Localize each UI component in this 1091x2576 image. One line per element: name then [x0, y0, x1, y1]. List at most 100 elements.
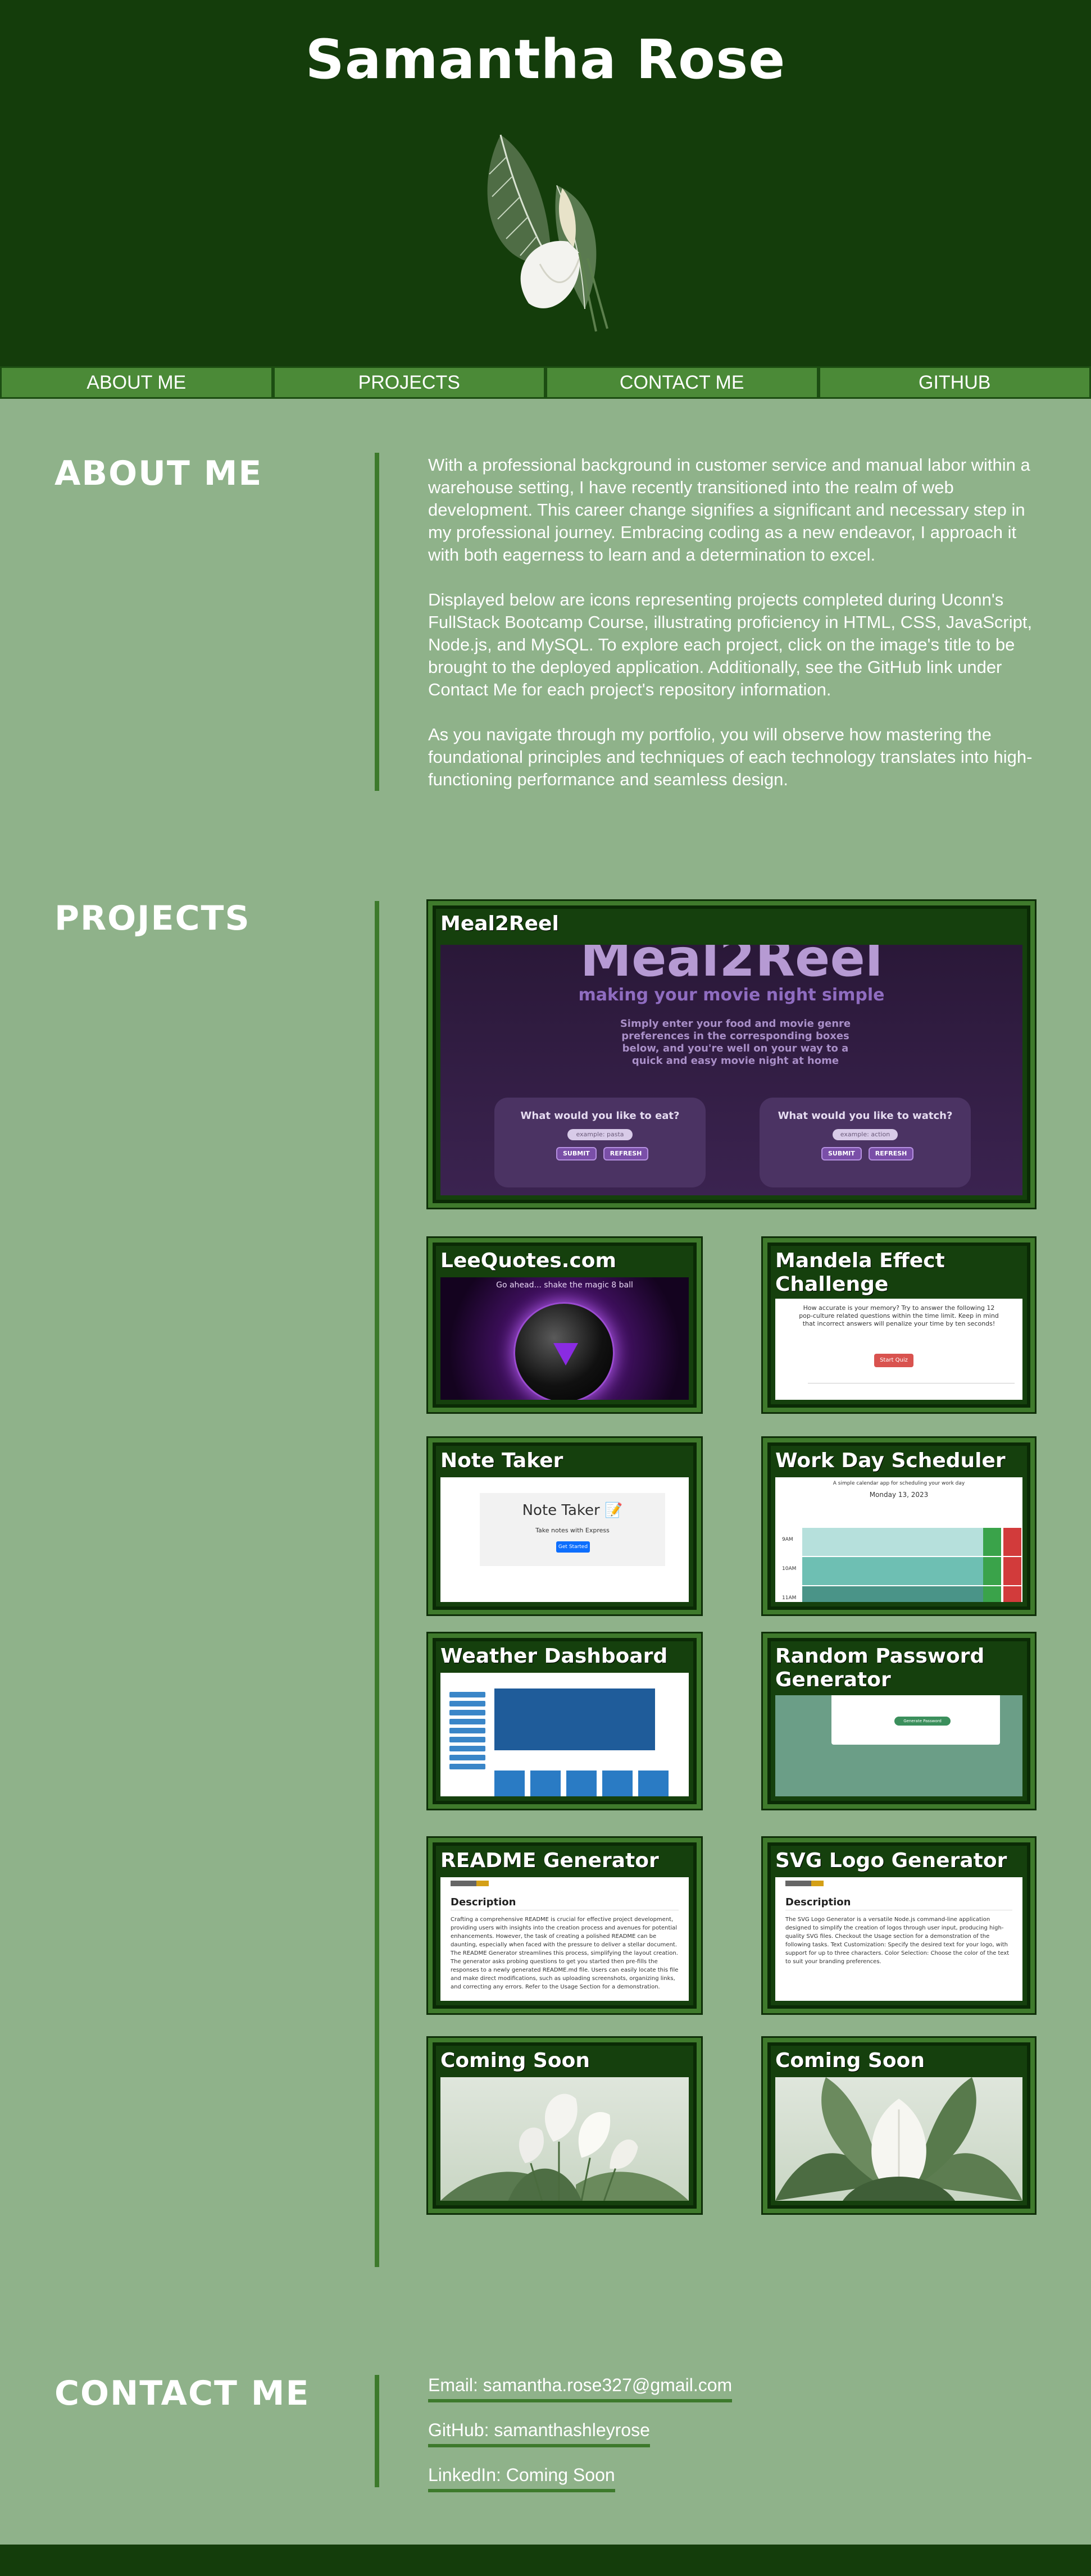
forecast-card [530, 1771, 561, 1796]
password-card: Generate Password [831, 1695, 1000, 1745]
contact-divider [375, 2375, 379, 2487]
meal2reel-logo: Meal2Reel [580, 945, 883, 988]
license-badge [811, 1881, 824, 1886]
project-screenshot: Meal2Reel making your movie night simple… [440, 945, 1022, 1195]
peace-lily-bloom-illustration [775, 2077, 1022, 2201]
project-card-weather[interactable]: Weather Dashboard [426, 1632, 703, 1810]
project-screenshot: Note Taker 📝 Take notes with Express Get… [440, 1477, 689, 1602]
project-screenshot: A simple calendar app for scheduling you… [775, 1477, 1022, 1602]
note-taker-sub: Take notes with Express [535, 1527, 610, 1534]
save-button [983, 1528, 1001, 1556]
forecast-card [602, 1771, 633, 1796]
project-title[interactable]: Meal2Reel [440, 912, 1022, 936]
scheduler-date: Monday 13, 2023 [869, 1491, 929, 1499]
nav-contact-me[interactable]: CONTACT ME [546, 366, 819, 399]
project-screenshot: Generate Password [775, 1695, 1022, 1796]
project-title[interactable]: Random Password Generator [775, 1645, 1022, 1692]
project-screenshot: Description The SVG Logo Generator is a … [775, 1877, 1022, 2001]
project-title[interactable]: Work Day Scheduler [775, 1449, 1022, 1473]
project-card-mandela[interactable]: Mandela Effect Challenge How accurate is… [761, 1236, 1037, 1414]
svg-body: The SVG Logo Generator is a versatile No… [785, 1917, 1010, 1965]
project-card-work-day[interactable]: Work Day Scheduler A simple calendar app… [761, 1436, 1037, 1616]
save-button [983, 1586, 1001, 1602]
project-card-svg-logo[interactable]: SVG Logo Generator Description The SVG L… [761, 1836, 1037, 2015]
forecast-card [494, 1771, 525, 1796]
food-question: What would you like to eat? [520, 1110, 680, 1122]
project-card-meal2reel[interactable]: Meal2Reel Meal2Reel making your movie ni… [426, 899, 1037, 1209]
project-card-leequotes[interactable]: LeeQuotes.com Go ahead... shake the magi… [426, 1236, 703, 1414]
generate-password-button: Generate Password [894, 1717, 951, 1726]
mandela-intro: How accurate is your memory? Try to answ… [799, 1304, 999, 1327]
license-badge [451, 1881, 476, 1886]
project-screenshot: Go ahead... shake the magic 8 ball [440, 1277, 689, 1400]
project-screenshot: How accurate is your memory? Try to answ… [775, 1299, 1022, 1400]
hour-label: 10AM [782, 1566, 797, 1572]
hour-label: 9AM [782, 1537, 793, 1542]
projects-heading: PROJECTS [54, 899, 251, 938]
about-divider [375, 453, 379, 791]
readme-body: Crafting a comprehensive README is cruci… [451, 1917, 679, 1990]
project-card-note-taker[interactable]: Note Taker Note Taker 📝 Take notes with … [426, 1436, 703, 1616]
food-box: What would you like to eat? example: pas… [494, 1098, 706, 1187]
city-list [449, 1692, 485, 1773]
contact-linkedin-link[interactable]: LinkedIn: Coming Soon [428, 2465, 615, 2492]
note-taker-heading: Note Taker 📝 [522, 1502, 623, 1519]
project-title[interactable]: SVG Logo Generator [775, 1849, 1022, 1873]
project-screenshot [775, 2077, 1022, 2201]
project-screenshot [440, 2077, 689, 2201]
project-title[interactable]: Coming Soon [775, 2049, 1022, 2073]
project-title[interactable]: Coming Soon [440, 2049, 689, 2073]
about-paragraph: Displayed below are icons representing p… [428, 590, 1033, 699]
readme-heading: Description [451, 1896, 516, 1908]
about-paragraph: As you navigate through my portfolio, yo… [428, 725, 1033, 789]
get-started-button: Get Started [556, 1541, 590, 1553]
nav-about-me[interactable]: ABOUT ME [0, 366, 273, 399]
site-footer [0, 2545, 1091, 2576]
main-nav: ABOUT ME PROJECTS CONTACT ME GITHUB [0, 366, 1091, 399]
peace-lily-illustration [487, 134, 608, 332]
nav-projects[interactable]: PROJECTS [272, 366, 546, 399]
submit-button: SUBMIT [556, 1147, 597, 1160]
magic-8-ball-icon [513, 1302, 615, 1400]
nav-github[interactable]: GITHUB [818, 366, 1091, 399]
movie-box: What would you like to watch? example: a… [760, 1098, 971, 1187]
site-title: Samantha Rose [305, 28, 786, 91]
site-header: Samantha Rose [0, 0, 1091, 366]
submit-button: SUBMIT [821, 1147, 862, 1160]
food-input: example: pasta [567, 1129, 633, 1140]
hour-label: 11AM [782, 1595, 797, 1601]
forecast-card [638, 1771, 669, 1796]
project-title[interactable]: Mandela Effect Challenge [775, 1249, 1022, 1296]
contact-email-link[interactable]: Email: samantha.rose327@gmail.com [428, 2375, 733, 2402]
project-card-password[interactable]: Random Password Generator Generate Passw… [761, 1632, 1037, 1810]
forecast-card [566, 1771, 597, 1796]
projects-divider [375, 901, 379, 2267]
hour-row [802, 1528, 1001, 1556]
svg-heading: Description [785, 1896, 851, 1908]
hour-row [802, 1586, 1001, 1602]
start-quiz-button: Start Quiz [874, 1354, 913, 1367]
refresh-button: REFRESH [868, 1147, 914, 1160]
project-screenshot [440, 1673, 689, 1796]
about-heading: ABOUT ME [54, 454, 263, 493]
project-title[interactable]: Note Taker [440, 1449, 689, 1473]
contact-heading: CONTACT ME [54, 2374, 310, 2413]
project-card-coming-soon[interactable]: Coming Soon [426, 2036, 703, 2215]
project-card-readme[interactable]: README Generator Description Crafting a … [426, 1836, 703, 2015]
project-title[interactable]: Weather Dashboard [440, 1645, 689, 1668]
movie-input: example: action [833, 1129, 898, 1140]
project-title[interactable]: LeeQuotes.com [440, 1249, 689, 1273]
about-text: With a professional background in custom… [428, 454, 1035, 813]
delete-button [1003, 1528, 1021, 1556]
project-screenshot: Description Crafting a comprehensive REA… [440, 1877, 689, 2001]
license-badge [476, 1881, 489, 1886]
project-title[interactable]: README Generator [440, 1849, 689, 1873]
refresh-button: REFRESH [603, 1147, 649, 1160]
save-button [983, 1557, 1001, 1585]
project-card-coming-soon[interactable]: Coming Soon [761, 2036, 1037, 2215]
meal2reel-tagline: making your movie night simple [578, 985, 885, 1005]
contact-github-link[interactable]: GitHub: samanthashleyrose [428, 2420, 650, 2447]
about-paragraph: With a professional background in custom… [428, 455, 1030, 565]
scheduler-sub: A simple calendar app for scheduling you… [833, 1481, 965, 1486]
note-taker-jumbotron: Note Taker 📝 Take notes with Express Get… [480, 1493, 665, 1566]
